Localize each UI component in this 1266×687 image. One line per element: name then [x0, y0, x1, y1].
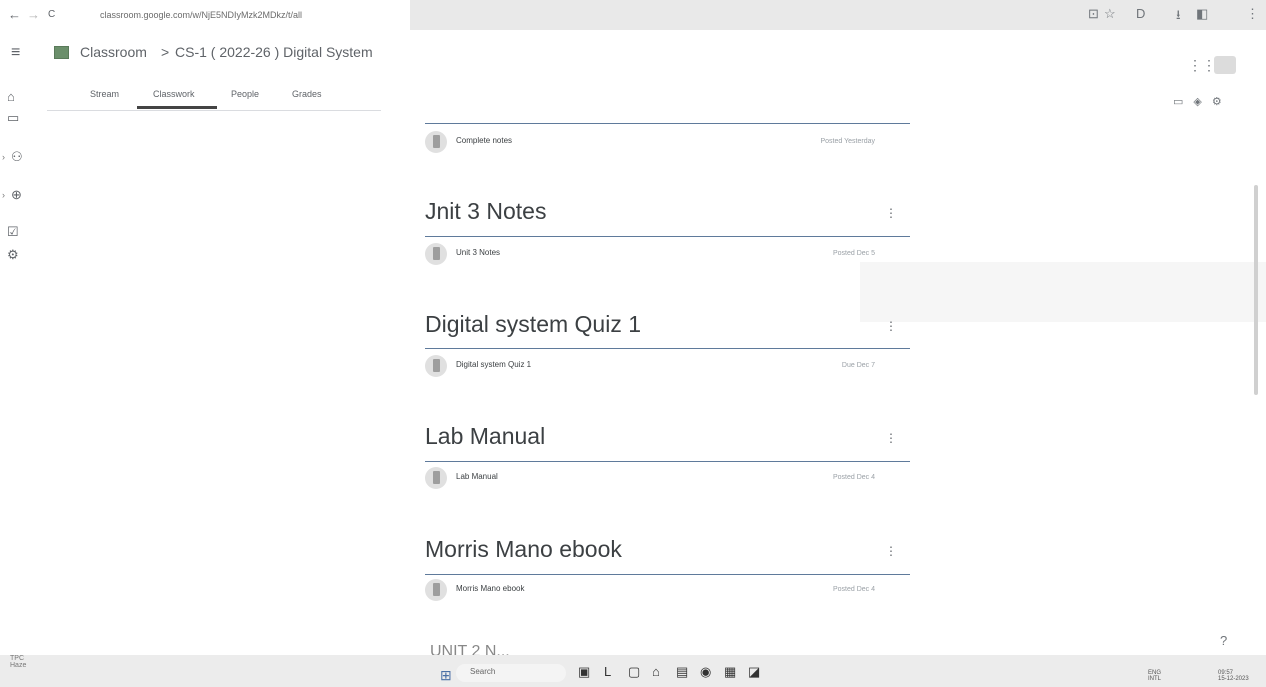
material-lab-manual[interactable]: Lab Manual Posted Dec 4 [425, 467, 895, 491]
tray-clock[interactable]: 09:57 15-12-2023 [1218, 670, 1249, 682]
material-icon [425, 579, 447, 601]
tab-people[interactable]: People [231, 89, 259, 99]
forward-icon[interactable]: → [27, 7, 40, 22]
taskbar-app-5-icon[interactable]: ▤ [676, 664, 688, 680]
taskbar-app-1-icon[interactable]: ▣ [578, 664, 590, 680]
topic-title: Morris Mano ebook [425, 536, 622, 562]
taskbar-search-label: Search [470, 667, 496, 676]
material-complete-notes[interactable]: Complete notes Posted Yesterday [425, 131, 895, 155]
topic-rule [425, 348, 910, 349]
topic-title: Jnit 3 Notes [425, 198, 547, 224]
taskbar-app-7-icon[interactable]: ▦ [724, 664, 736, 680]
topic-title: Digital system Quiz 1 [425, 311, 642, 337]
topic-rule [425, 574, 910, 575]
weather-widget[interactable]: TPC Haze [10, 655, 26, 669]
assignment-title: Digital system Quiz 1 [456, 360, 532, 369]
material-morris-mano-ebook[interactable]: Morris Mano ebook Posted Dec 4 [425, 579, 895, 603]
taskbar-app-4-icon[interactable]: ⌂ [652, 664, 660, 679]
drive-folder-icon[interactable]: ◈ [1193, 96, 1211, 108]
assignment-digital-system-quiz[interactable]: Digital system Quiz 1 Due Dec 7 [425, 355, 895, 379]
topic-morris-mano-ebook: Morris Mano ebook ⋮ [425, 536, 910, 572]
enrolled-icon[interactable]: ⚇ [11, 149, 41, 165]
assignment-due: Due Dec 7 [841, 362, 875, 369]
breadcrumb-separator: > [161, 44, 170, 60]
caret-teaching-icon[interactable]: › [2, 190, 5, 200]
tab-stream[interactable]: Stream [90, 89, 119, 99]
weather-temp: TPC [10, 655, 24, 662]
home-icon[interactable]: ⌂ [7, 89, 37, 104]
todo-icon[interactable]: ☑ [7, 224, 37, 240]
assignment-icon [425, 355, 447, 377]
avatar[interactable] [1214, 56, 1236, 74]
taskbar-app-3-icon[interactable]: ▢ [628, 664, 640, 680]
topic-unit-3-notes: Jnit 3 Notes ⋮ [425, 198, 910, 234]
classroom-logo [54, 46, 69, 59]
material-title: Unit 3 Notes [456, 248, 501, 257]
material-meta: Posted Dec 4 [832, 474, 875, 481]
more-options-icon[interactable]: ⋮ [885, 319, 897, 333]
tray-language[interactable]: ENG INTL [1148, 670, 1161, 682]
more-options-icon[interactable]: ⋮ [885, 544, 897, 558]
tab-classwork[interactable]: Classwork [153, 89, 195, 99]
hamburger-menu-icon[interactable]: ≡ [11, 44, 20, 62]
more-options-icon[interactable]: ⋮ [885, 431, 897, 445]
background-band [860, 262, 1266, 322]
windows-start-icon[interactable]: ⊞ [440, 667, 452, 684]
topic-divider [425, 123, 910, 124]
tab-grades[interactable]: Grades [292, 89, 322, 99]
teaching-icon[interactable]: ⊕ [11, 187, 41, 203]
classwork-toolbar: ▭◈⚙ [1173, 95, 1232, 108]
google-calendar-icon[interactable]: ▭ [1173, 96, 1193, 108]
download-icon[interactable]: ⭳ [1176, 6, 1181, 28]
class-settings-icon[interactable]: ⚙ [1212, 96, 1232, 108]
caret-enrolled-icon[interactable]: › [2, 152, 5, 162]
material-meta: Posted Yesterday [820, 138, 876, 145]
help-icon[interactable]: ? [1220, 633, 1227, 648]
scrollbar[interactable] [1254, 185, 1258, 395]
taskbar-chrome-icon[interactable]: ◉ [700, 664, 711, 680]
reload-icon[interactable]: C [48, 9, 55, 20]
topic-lab-manual: Lab Manual ⋮ [425, 423, 910, 459]
tab-divider [47, 110, 381, 111]
taskbar-app-8-icon[interactable]: ◪ [748, 664, 760, 680]
material-icon [425, 131, 447, 153]
browser-menu-icon[interactable]: ⋮ [1246, 6, 1259, 22]
breadcrumb-class[interactable]: CS-1 ( 2022-26 ) Digital System [175, 44, 373, 60]
tray-region: INTL [1148, 676, 1162, 682]
material-title: Lab Manual [456, 472, 498, 481]
google-apps-icon[interactable]: ⋮⋮ [1188, 57, 1216, 74]
breadcrumb-classroom[interactable]: Classroom [80, 44, 147, 60]
address-bar[interactable]: classroom.google.com/w/NjE5NDIyMzk2MDkz/… [100, 10, 302, 20]
material-title: Morris Mano ebook [456, 584, 525, 593]
more-options-icon[interactable]: ⋮ [885, 206, 897, 220]
screenshot-icon[interactable]: ⊡ [1088, 6, 1099, 22]
calendar-icon[interactable]: ▭ [7, 110, 37, 126]
bookmark-star-icon[interactable]: ☆ [1104, 6, 1116, 22]
material-meta: Posted Dec 5 [832, 250, 875, 257]
extension-icon[interactable]: D [1136, 6, 1145, 21]
material-unit-3-notes[interactable]: Unit 3 Notes Posted Dec 5 [425, 243, 895, 267]
topic-title: Lab Manual [425, 423, 546, 449]
settings-icon[interactable]: ⚙ [7, 247, 37, 263]
sidepanel-icon[interactable]: ◧ [1196, 6, 1208, 22]
material-icon [425, 243, 447, 265]
material-title: Complete notes [456, 136, 513, 145]
material-meta: Posted Dec 4 [832, 586, 875, 593]
back-icon[interactable]: ← [8, 7, 21, 22]
weather-label: Haze [10, 662, 27, 669]
topic-rule [425, 236, 910, 237]
material-icon [425, 467, 447, 489]
tray-date: 15-12-2023 [1218, 676, 1249, 682]
topic-rule [425, 461, 910, 462]
taskbar-app-2-icon[interactable]: L [604, 664, 611, 679]
topic-digital-system-quiz: Digital system Quiz 1 ⋮ [425, 311, 910, 347]
active-tab-indicator [137, 106, 217, 109]
